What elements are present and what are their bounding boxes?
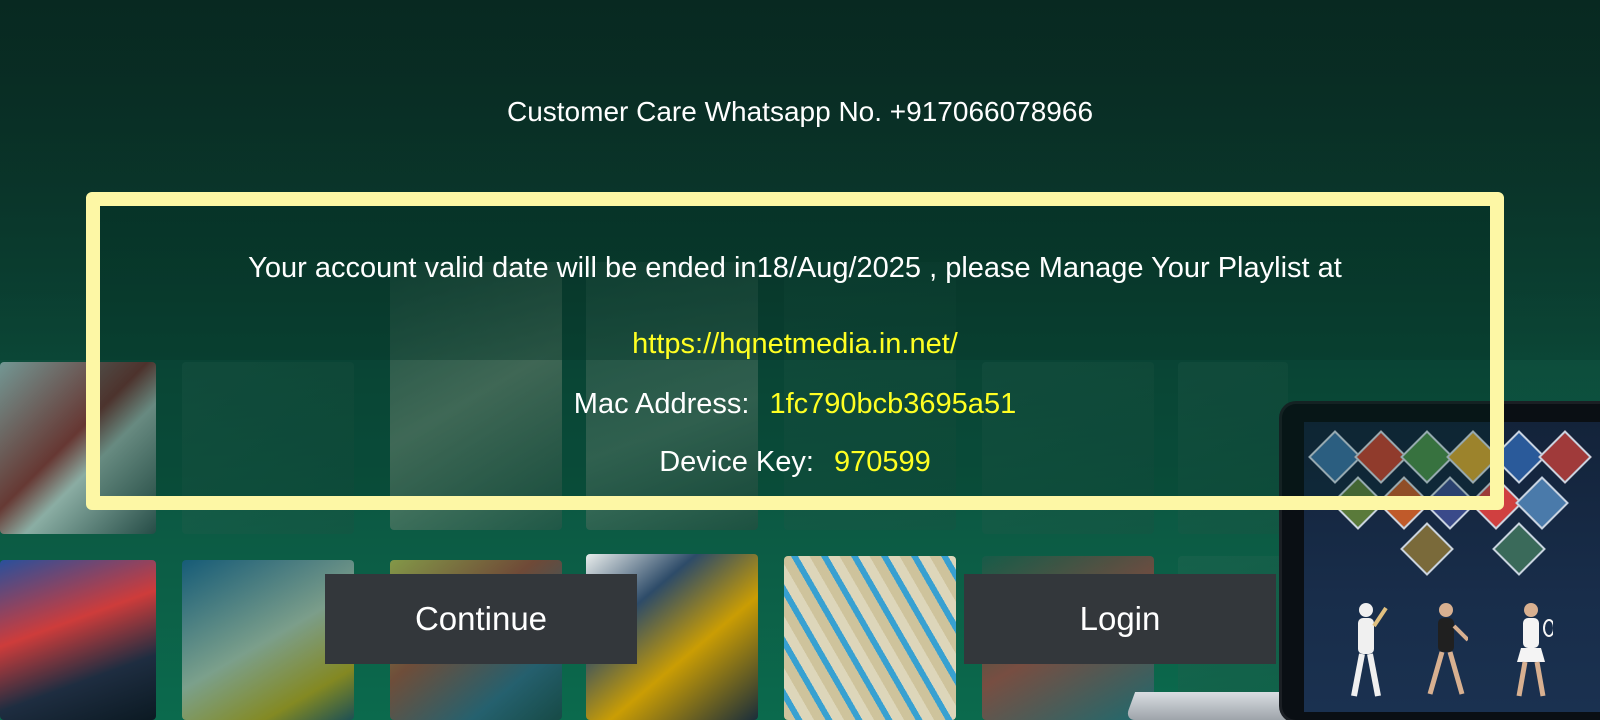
app-screen: Customer Care Whatsapp No. +917066078966… (0, 0, 1600, 720)
background-tile (784, 556, 956, 720)
sport-thumbnail (1492, 522, 1546, 576)
badminton-player-figure (1427, 603, 1468, 695)
mac-address-label: Mac Address: (573, 388, 750, 420)
playlist-url: https://hqnetmedia.in.net/ (632, 328, 958, 360)
background-tile (0, 560, 156, 720)
mac-address-value: 1fc790bcb3695a51 (769, 388, 1017, 420)
device-key-row: Device Key: 970599 (100, 446, 1490, 479)
account-validity-message: Your account valid date will be ended in… (248, 252, 1342, 284)
tennis-player-figure (1516, 603, 1553, 697)
customer-care-text: Customer Care Whatsapp No. +917066078966 (506, 96, 1094, 127)
sport-thumbnail (1515, 476, 1569, 530)
continue-button[interactable]: Continue (325, 574, 637, 664)
cricketer-figure (1351, 603, 1388, 697)
device-key-label: Device Key: (659, 446, 814, 478)
account-notice-box: Your account valid date will be ended in… (86, 192, 1504, 510)
device-key-value: 970599 (833, 446, 931, 478)
mac-address-row: Mac Address: 1fc790bcb3695a51 (100, 388, 1490, 421)
login-button[interactable]: Login (964, 574, 1276, 664)
sport-thumbnail (1538, 430, 1592, 484)
sport-thumbnail (1400, 522, 1454, 576)
